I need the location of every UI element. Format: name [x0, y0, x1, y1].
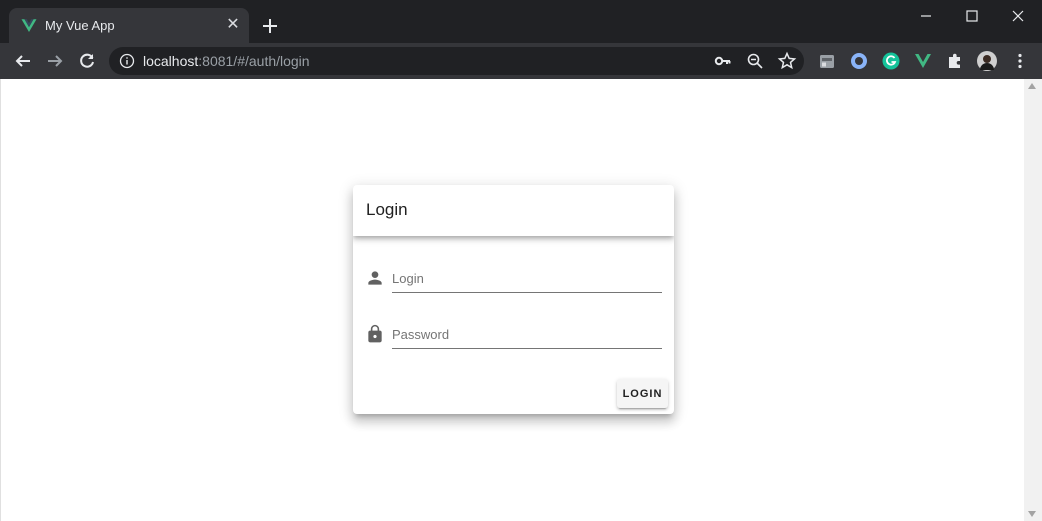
address-bar[interactable]: localhost:8081/#/auth/login	[109, 47, 804, 75]
page-viewport: Login LOGIN	[0, 79, 1042, 521]
login-card: Login LOGIN	[353, 185, 674, 414]
site-info-icon[interactable]	[119, 53, 135, 69]
forward-arrow-icon[interactable]	[45, 51, 65, 71]
minimize-icon[interactable]	[916, 6, 936, 26]
password-input[interactable]	[392, 320, 662, 349]
tab-close-icon[interactable]: ✕	[225, 17, 241, 33]
extensions-puzzle-icon[interactable]	[945, 51, 965, 71]
browser-menu-icon[interactable]	[1010, 51, 1030, 71]
maximize-icon[interactable]	[962, 6, 982, 26]
bookmark-star-icon[interactable]	[777, 51, 797, 71]
vue-logo-icon	[21, 19, 37, 32]
lock-icon	[368, 324, 382, 343]
browser-tab[interactable]: My Vue App ✕	[9, 8, 249, 43]
password-field	[365, 320, 662, 350]
browser-title-bar: My Vue App ✕	[0, 0, 1042, 43]
login-button[interactable]: LOGIN	[617, 379, 668, 408]
zoom-out-icon[interactable]	[745, 51, 765, 71]
login-field	[365, 264, 662, 294]
new-tab-icon[interactable]	[260, 16, 280, 36]
grammarly-icon[interactable]	[881, 51, 901, 71]
login-card-header: Login	[353, 185, 674, 236]
window-close-icon[interactable]	[1008, 6, 1028, 26]
vue-devtools-icon[interactable]	[913, 51, 933, 71]
browser-toolbar: localhost:8081/#/auth/login	[0, 43, 1042, 79]
profile-avatar[interactable]	[977, 51, 997, 71]
login-card-title: Login	[366, 200, 408, 219]
url-host: localhost	[143, 53, 199, 69]
vertical-scrollbar[interactable]	[1024, 79, 1042, 521]
back-arrow-icon[interactable]	[13, 51, 33, 71]
key-icon[interactable]	[713, 51, 733, 71]
login-input[interactable]	[392, 264, 662, 293]
extension-store-icon[interactable]	[817, 51, 837, 71]
reload-icon[interactable]	[77, 51, 97, 71]
extension-circle-icon[interactable]	[849, 51, 869, 71]
url-text[interactable]: localhost:8081/#/auth/login	[143, 53, 310, 69]
tab-title: My Vue App	[45, 18, 115, 33]
scroll-up-arrow-icon[interactable]	[1028, 83, 1036, 89]
person-icon	[368, 271, 382, 285]
url-path: :8081/#/auth/login	[198, 53, 310, 69]
scroll-down-arrow-icon[interactable]	[1028, 511, 1036, 517]
